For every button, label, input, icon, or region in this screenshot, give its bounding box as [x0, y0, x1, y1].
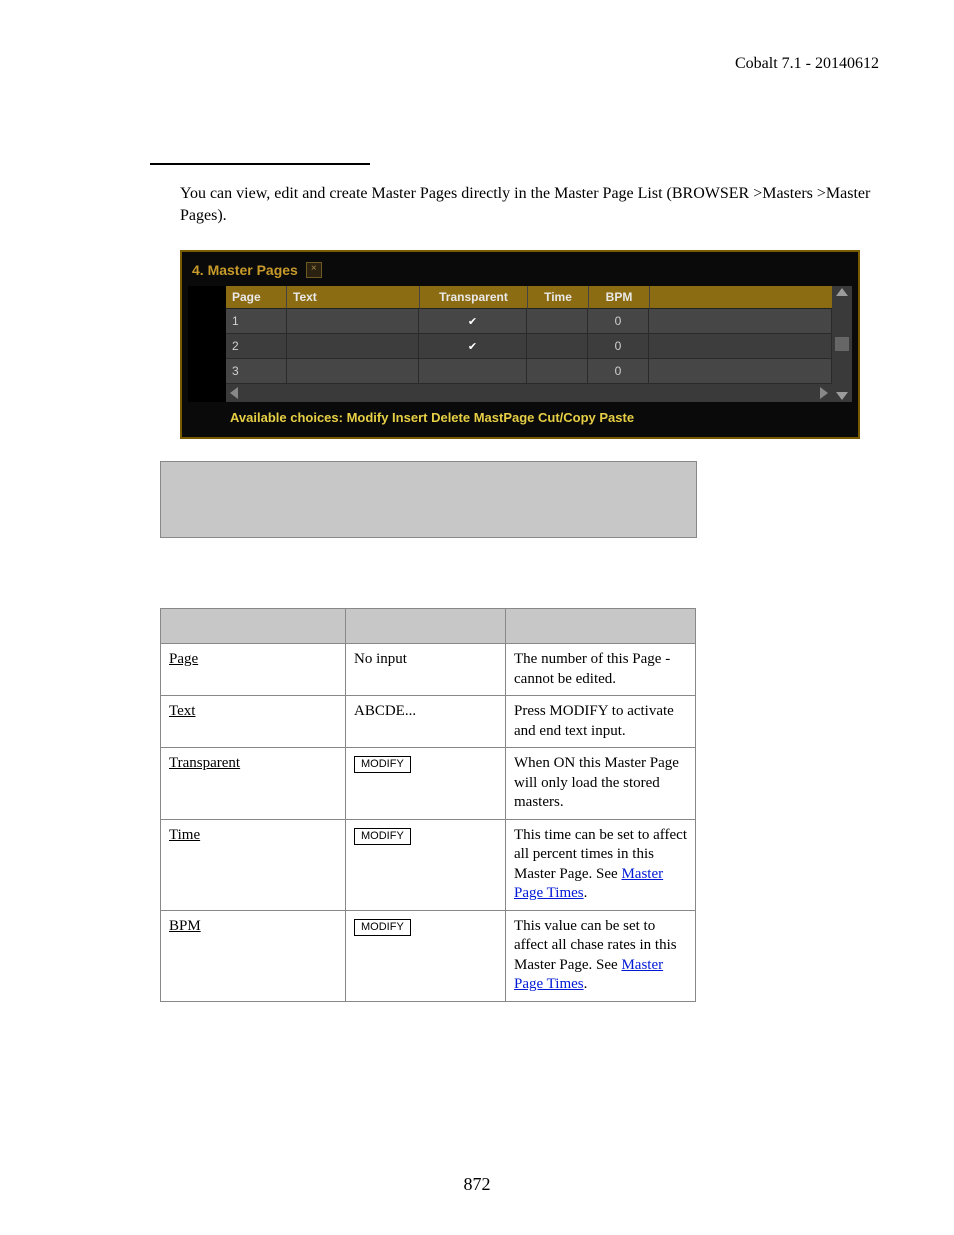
master-pages-screenshot: 4. Master Pages × Page Text Transparent …	[180, 250, 860, 439]
table-row[interactable]: 2 ✔ 0	[226, 334, 832, 359]
scroll-left-icon[interactable]	[230, 387, 238, 399]
cell-page: 3	[226, 359, 287, 384]
cell-bpm: 0	[588, 309, 649, 334]
panel-tab-title: 4. Master Pages	[192, 262, 298, 278]
cell-text	[287, 359, 419, 384]
table-row: BPM MODIFY This value can be set to affe…	[161, 910, 696, 1001]
cell-tail	[649, 309, 832, 334]
note-box	[160, 461, 697, 538]
col-header-time: Time	[528, 286, 589, 309]
cell-transparent	[419, 359, 527, 384]
cell-transparent: ✔	[419, 309, 527, 334]
cell-bpm: 0	[588, 334, 649, 359]
table-row[interactable]: 3 0	[226, 359, 832, 384]
scroll-right-icon[interactable]	[820, 387, 828, 399]
col-explanation: When ON this Master Page will only load …	[506, 748, 696, 820]
table-row: Time MODIFY This time can be set to affe…	[161, 819, 696, 910]
expl-text: .	[584, 976, 588, 992]
table-header-row	[161, 609, 696, 644]
check-icon: ✔	[468, 340, 477, 353]
table-row: Text ABCDE... Press MODIFY to activate a…	[161, 696, 696, 748]
col-input: ABCDE...	[346, 696, 506, 748]
available-choices: Available choices: Modify Insert Delete …	[188, 402, 852, 427]
close-icon[interactable]: ×	[306, 262, 322, 278]
scroll-up-icon[interactable]	[836, 288, 848, 296]
check-icon: ✔	[468, 315, 477, 328]
cell-page: 2	[226, 334, 287, 359]
table-row[interactable]: 1 ✔ 0	[226, 309, 832, 334]
horizontal-scrollbar[interactable]	[226, 384, 832, 402]
cell-page: 1	[226, 309, 287, 334]
table-row: Page No input The number of this Page - …	[161, 644, 696, 696]
col-input: No input	[346, 644, 506, 696]
table-row: Transparent MODIFY When ON this Master P…	[161, 748, 696, 820]
col-name: Time	[169, 827, 200, 843]
left-gutter	[188, 286, 226, 402]
col-explanation: The number of this Page - cannot be edit…	[506, 644, 696, 696]
col-name: Text	[169, 703, 195, 719]
col-header-transparent: Transparent	[420, 286, 528, 309]
col-name: Page	[169, 651, 198, 667]
modify-button[interactable]: MODIFY	[354, 919, 411, 936]
cell-text	[287, 334, 419, 359]
col-explanation: This value can be set to affect all chas…	[506, 910, 696, 1001]
cell-text	[287, 309, 419, 334]
cell-bpm: 0	[588, 359, 649, 384]
col-name: Transparent	[169, 755, 240, 771]
intro-text: You can view, edit and create Master Pag…	[180, 183, 879, 226]
cell-time	[527, 334, 588, 359]
cell-transparent: ✔	[419, 334, 527, 359]
modify-button[interactable]: MODIFY	[354, 756, 411, 773]
data-grid: Page Text Transparent Time BPM 1 ✔ 0 2	[226, 286, 832, 402]
cell-time	[527, 309, 588, 334]
header-version: Cobalt 7.1 - 20140612	[75, 55, 879, 73]
col-header-text: Text	[287, 286, 420, 309]
col-explanation: Press MODIFY to activate and end text in…	[506, 696, 696, 748]
cell-time	[527, 359, 588, 384]
expl-text: .	[584, 885, 588, 901]
col-header-bpm: BPM	[589, 286, 650, 309]
modify-button[interactable]: MODIFY	[354, 828, 411, 845]
page-number: 872	[0, 1174, 954, 1195]
grid-header-row: Page Text Transparent Time BPM	[226, 286, 832, 309]
cell-tail	[649, 334, 832, 359]
col-name: BPM	[169, 918, 201, 934]
section-rule	[150, 163, 370, 165]
col-header-tail	[650, 286, 832, 309]
cell-tail	[649, 359, 832, 384]
columns-table: Page No input The number of this Page - …	[160, 608, 696, 1002]
vertical-scrollbar[interactable]	[832, 286, 852, 402]
scroll-thumb[interactable]	[835, 337, 849, 351]
scroll-down-icon[interactable]	[836, 392, 848, 400]
col-header-page: Page	[226, 286, 287, 309]
col-explanation: This time can be set to affect all perce…	[506, 819, 696, 910]
